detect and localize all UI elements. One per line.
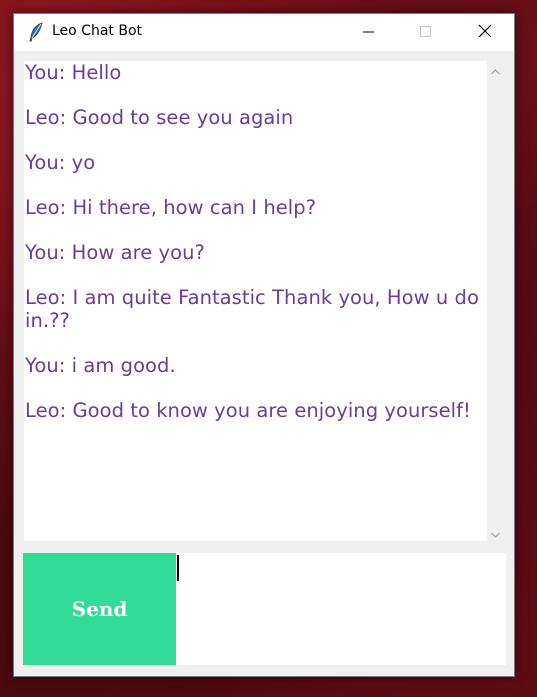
maximize-icon	[420, 23, 432, 42]
chat-message: Leo: Good to see you again	[25, 106, 294, 129]
chat-messages: You: Hello Leo: Good to see you again Yo…	[24, 61, 487, 422]
chat-message: Leo: Hi there, how can I help?	[25, 196, 317, 219]
chat-scrollbar[interactable]	[487, 61, 504, 541]
chevron-down-icon	[491, 523, 500, 542]
window-title: Leo Chat Bot	[52, 23, 143, 39]
scroll-up-button[interactable]	[487, 61, 504, 78]
send-button-label: Send	[71, 597, 128, 621]
chat-message: You: How are you?	[25, 241, 205, 264]
close-icon	[478, 23, 492, 42]
feather-icon	[27, 22, 45, 42]
chat-message: You: yo	[25, 151, 96, 174]
minimize-icon	[363, 23, 375, 42]
chat-message: You: i am good.	[25, 353, 176, 377]
maximize-button[interactable]	[403, 14, 449, 51]
chat-window: Leo Chat Bot You: Hello Leo: Good to see…	[13, 13, 515, 677]
chat-message: Leo: I am quite Fantastic Thank you, How…	[25, 286, 479, 332]
message-input[interactable]	[176, 553, 506, 665]
send-button[interactable]: Send	[23, 553, 176, 665]
minimize-button[interactable]	[346, 14, 392, 51]
title-bar[interactable]: Leo Chat Bot	[14, 14, 514, 51]
text-caret	[177, 555, 179, 581]
scroll-down-button[interactable]	[487, 524, 504, 541]
chat-log[interactable]: You: Hello Leo: Good to see you again Yo…	[24, 61, 487, 541]
close-button[interactable]	[462, 14, 508, 51]
chevron-up-icon	[491, 60, 500, 79]
chat-message: Leo: Good to know you are enjoying yours…	[25, 398, 471, 422]
chat-message: You: Hello	[25, 61, 122, 84]
